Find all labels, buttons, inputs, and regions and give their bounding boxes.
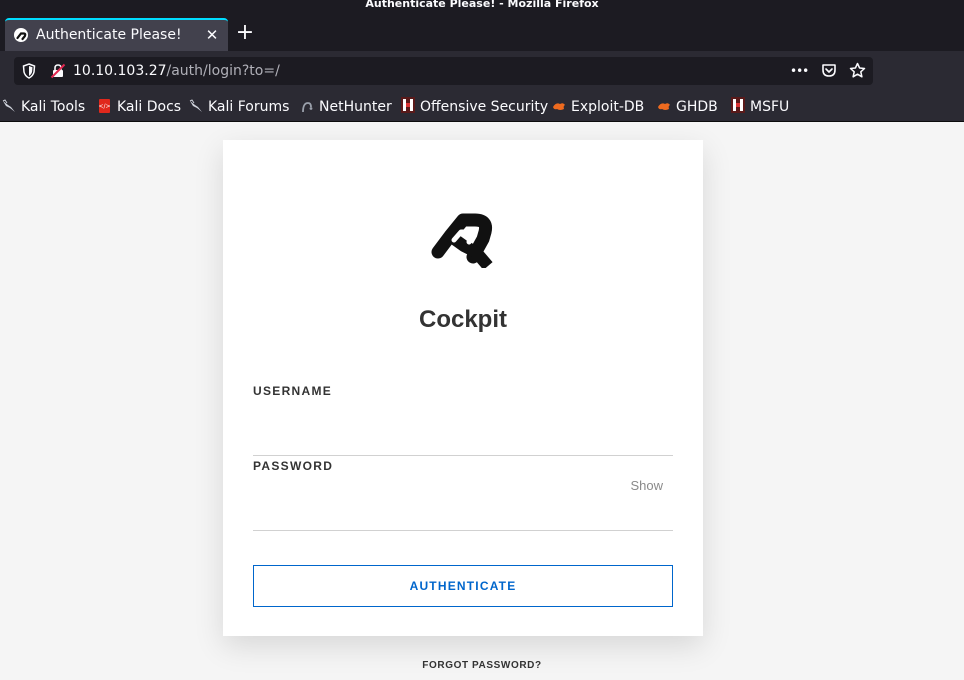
bookmark-msfu[interactable]: MSFU	[731, 97, 789, 117]
login-card: Cockpit USERNAME PASSWORD Show AUTHENTIC…	[223, 140, 703, 636]
insecure-lock-icon[interactable]	[50, 63, 66, 79]
offsec-icon	[731, 97, 745, 113]
bookmark-nethunter[interactable]: NetHunter	[300, 97, 392, 117]
username-label: USERNAME	[253, 384, 333, 398]
bookmark-label: Kali Tools	[21, 99, 86, 115]
password-input[interactable]	[253, 499, 673, 531]
bookmark-kali-forums[interactable]: Kali Forums	[189, 97, 289, 117]
tab-close-icon[interactable]: ✕	[204, 26, 220, 44]
bookmark-label: GHDB	[676, 99, 718, 115]
tracking-protection-shield-icon[interactable]	[22, 63, 36, 79]
bookmark-label: Exploit-DB	[571, 99, 645, 115]
bookmark-label: Kali Forums	[208, 99, 290, 115]
kali-dragon-icon	[2, 99, 16, 113]
cockpit-favicon-icon	[14, 28, 28, 42]
tab-active[interactable]: Authenticate Please! ✕	[5, 18, 228, 51]
svg-text:</>: </>	[98, 103, 110, 110]
url-path: /auth/login?to=/	[166, 63, 280, 79]
page-content: Cockpit USERNAME PASSWORD Show AUTHENTIC…	[0, 123, 964, 680]
bookmarks-toolbar: Kali Tools </> Kali Docs Kali Forums Net…	[0, 92, 964, 122]
password-label: PASSWORD	[253, 459, 334, 473]
page-actions-menu-icon[interactable]: •••	[790, 62, 809, 80]
bookmark-label: MSFU	[750, 99, 790, 115]
kali-dragon-icon	[189, 99, 203, 113]
exploit-db-icon	[552, 99, 566, 113]
window-title: Authenticate Please! - Mozilla Firefox	[365, 0, 599, 10]
kali-docs-icon: </>	[98, 99, 112, 113]
forgot-password-link[interactable]: FORGOT PASSWORD?	[0, 660, 964, 671]
bookmark-label: Kali Docs	[117, 99, 182, 115]
bookmark-star-icon[interactable]	[848, 62, 866, 80]
bookmark-exploit-db[interactable]: Exploit-DB	[552, 97, 644, 117]
offsec-icon	[401, 97, 415, 113]
url-host: 10.10.103.27	[73, 63, 167, 79]
exploit-db-icon	[657, 99, 671, 113]
url-bar[interactable]: 10.10.103.27/auth/login?to=/ •••	[14, 57, 873, 85]
cockpit-logo-icon	[428, 212, 498, 270]
bookmark-label: NetHunter	[319, 99, 392, 115]
url-text[interactable]: 10.10.103.27/auth/login?to=/	[73, 62, 280, 80]
pocket-icon[interactable]	[820, 62, 838, 80]
username-input[interactable]	[253, 424, 673, 456]
brand-title: Cockpit	[418, 306, 507, 333]
bookmark-kali-docs[interactable]: </> Kali Docs	[98, 97, 181, 117]
bookmark-ghdb[interactable]: GHDB	[657, 97, 718, 117]
tab-title: Authenticate Please!	[36, 27, 182, 43]
nav-toolbar: 10.10.103.27/auth/login?to=/ •••	[0, 51, 964, 92]
show-password-toggle[interactable]: Show	[630, 478, 663, 493]
bookmark-offensive-security[interactable]: Offensive Security	[401, 97, 548, 117]
authenticate-button[interactable]: AUTHENTICATE	[253, 565, 673, 607]
bookmark-label: Offensive Security	[420, 99, 549, 115]
window-titlebar: Authenticate Please! - Mozilla Firefox	[0, 0, 964, 12]
new-tab-button[interactable]: +	[234, 22, 256, 45]
tab-strip: Authenticate Please! ✕ +	[0, 12, 964, 51]
bookmark-kali-tools[interactable]: Kali Tools	[2, 97, 85, 117]
nethunter-icon	[300, 99, 314, 113]
